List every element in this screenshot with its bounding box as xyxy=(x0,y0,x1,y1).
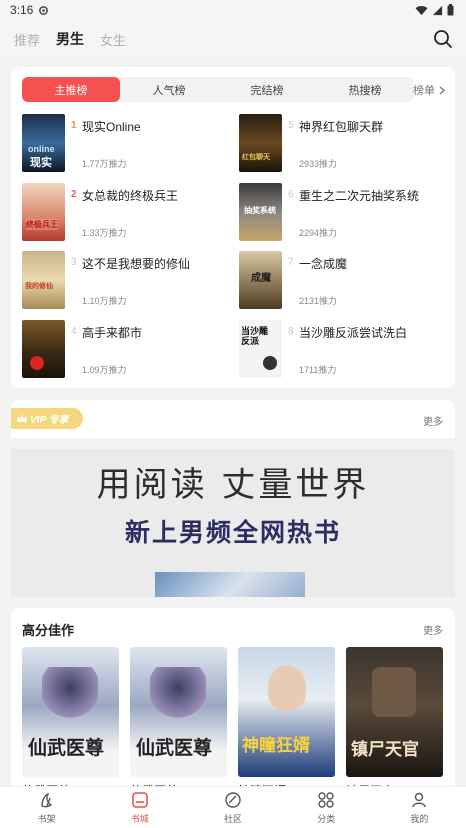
high-score-section: 高分佳作 更多 仙武医尊 仙武医尊 神瞳狂婿 镇尸天官 仙武医尊 仙武医尊 神瞳… xyxy=(11,608,455,808)
book-cover-8: 当沙雕 反派 xyxy=(239,320,282,378)
rank-book-7[interactable]: 成魔 7 一念成魔 2131推力 xyxy=(239,251,439,311)
bookshelf-icon xyxy=(40,792,52,807)
rank-book-4[interactable]: 4 高手来都市 1.09万推力 xyxy=(22,320,222,380)
book-title: 现实Online xyxy=(82,120,141,134)
ranking-card: 主推榜 人气榜 完结榜 热搜榜 榜单 online 现实 1 现实Online … xyxy=(11,67,455,388)
book-cover-4 xyxy=(22,320,65,378)
ranking-more-link[interactable]: 榜单 xyxy=(413,82,445,98)
rank-book-6[interactable]: 抽奖系统 6 重生之二次元抽奖系统 2294推力 xyxy=(239,183,439,243)
nav-bookstore[interactable]: 书城 xyxy=(93,787,186,828)
search-icon[interactable] xyxy=(432,28,454,50)
book-cover-5: 红包聊天 xyxy=(239,114,282,172)
rank-tab-hotsearch[interactable]: 热搜榜 xyxy=(316,77,414,102)
wifi-icon xyxy=(415,5,428,15)
rank-number: 2 xyxy=(71,189,77,200)
book-push-count: 2131推力 xyxy=(299,296,338,306)
rank-number: 4 xyxy=(71,326,77,337)
nav-category[interactable]: 分类 xyxy=(280,787,373,828)
rank-book-2[interactable]: 终极兵王 2 女总裁的终极兵王 1.33万推力 xyxy=(22,183,222,243)
book-push-count: 1.33万推力 xyxy=(82,228,127,238)
community-icon xyxy=(225,791,241,808)
high-score-more-link[interactable]: 更多 xyxy=(423,622,443,637)
status-bar: 3:16 xyxy=(0,0,466,20)
rank-book-8[interactable]: 当沙雕 反派 8 当沙雕反派尝试洗白 1711推力 xyxy=(239,320,439,380)
battery-icon xyxy=(447,4,454,16)
high-score-book-cover-2[interactable]: 仙武医尊 xyxy=(130,647,227,777)
book-cover-6: 抽奖系统 xyxy=(239,183,282,241)
rank-book-5[interactable]: 红包聊天 5 神界红包聊天群 2933推力 xyxy=(239,114,439,174)
promo-banner[interactable]: 用阅读 丈量世界 新上男频全网热书 xyxy=(11,449,455,597)
nav-label: 我的 xyxy=(410,813,429,824)
section-title: 高分佳作 xyxy=(22,623,75,638)
nav-profile[interactable]: 我的 xyxy=(373,787,466,828)
banner-subheadline: 新上男频全网热书 xyxy=(124,519,341,547)
book-title: 这不是我想要的修仙 xyxy=(82,257,191,271)
signal-icon xyxy=(432,5,443,15)
book-push-count: 1.77万推力 xyxy=(82,159,127,169)
book-title: 一念成魔 xyxy=(299,257,348,271)
rank-number: 6 xyxy=(288,189,294,200)
book-cover-2: 终极兵王 xyxy=(22,183,65,241)
cover-title-art: 仙武医尊 xyxy=(28,737,105,759)
cover-title-art: 镇尸天官 xyxy=(351,740,419,759)
ranking-tabs: 主推榜 人气榜 完结榜 热搜榜 xyxy=(22,77,414,102)
high-score-book-cover-3[interactable]: 神瞳狂婿 xyxy=(238,647,335,777)
top-channel-tabs: 推荐 男生 女生 xyxy=(0,20,466,58)
nav-bookshelf[interactable]: 书架 xyxy=(0,787,93,828)
bottom-navigation: 书架 书城 社区 分类 我的 xyxy=(0,786,466,828)
book-push-count: 2933推力 xyxy=(299,159,338,169)
profile-icon xyxy=(412,792,427,807)
ranking-more-label: 榜单 xyxy=(413,85,435,97)
rank-tab-finished[interactable]: 完结榜 xyxy=(218,77,316,102)
rank-number: 5 xyxy=(288,120,294,131)
rank-number: 1 xyxy=(71,120,77,131)
vip-badge: VIP 专享 xyxy=(11,408,83,429)
book-title: 神界红包聊天群 xyxy=(299,120,384,134)
rank-tab-main[interactable]: 主推榜 xyxy=(22,77,120,102)
nav-label: 分类 xyxy=(317,813,336,824)
tab-recommend[interactable]: 推荐 xyxy=(14,30,40,49)
crown-icon xyxy=(17,414,27,422)
banner-headline: 用阅读 丈量世界 xyxy=(96,465,370,505)
bookstore-icon xyxy=(131,791,148,808)
vip-badge-label: VIP 专享 xyxy=(30,415,69,426)
book-title: 高手来都市 xyxy=(82,326,143,340)
book-push-count: 1.09万推力 xyxy=(82,365,127,375)
banner-book-image xyxy=(155,572,305,597)
nav-label: 书架 xyxy=(37,813,56,824)
book-push-count: 1711推力 xyxy=(299,365,337,375)
book-cover-3: 我的修仙 xyxy=(22,251,65,309)
high-score-book-cover-1[interactable]: 仙武医尊 xyxy=(22,647,119,777)
book-cover-1: online 现实 xyxy=(22,114,65,172)
rank-number: 8 xyxy=(288,326,294,337)
tab-male[interactable]: 男生 xyxy=(56,29,84,49)
rank-tab-popular[interactable]: 人气榜 xyxy=(120,77,218,102)
rank-book-1[interactable]: online 现实 1 现实Online 1.77万推力 xyxy=(22,114,222,174)
status-time: 3:16 xyxy=(10,3,34,17)
book-title: 重生之二次元抽奖系统 xyxy=(299,189,420,203)
book-cover-7: 成魔 xyxy=(239,251,282,309)
chevron-right-icon xyxy=(439,86,445,94)
nav-label: 社区 xyxy=(224,813,243,824)
vip-more-link[interactable]: 更多 xyxy=(423,413,443,428)
high-score-book-cover-4[interactable]: 镇尸天官 xyxy=(346,647,443,777)
rank-number: 3 xyxy=(71,257,77,268)
nav-label: 书城 xyxy=(130,813,149,824)
book-title: 当沙雕反派尝试洗白 xyxy=(299,326,408,340)
nav-community[interactable]: 社区 xyxy=(186,787,279,828)
rank-book-3[interactable]: 我的修仙 3 这不是我想要的修仙 1.10万推力 xyxy=(22,251,222,311)
book-push-count: 1.10万推力 xyxy=(82,296,127,306)
rank-number: 7 xyxy=(288,257,294,268)
cover-title-art: 神瞳狂婿 xyxy=(242,736,310,755)
category-icon xyxy=(318,791,334,808)
cover-title-art: 仙武医尊 xyxy=(136,737,213,759)
tab-female[interactable]: 女生 xyxy=(100,30,126,49)
book-push-count: 2294推力 xyxy=(299,228,338,238)
settings-gear-icon xyxy=(39,5,49,15)
vip-section-header: VIP 专享 更多 xyxy=(11,400,455,438)
book-title: 女总裁的终极兵王 xyxy=(82,189,179,203)
